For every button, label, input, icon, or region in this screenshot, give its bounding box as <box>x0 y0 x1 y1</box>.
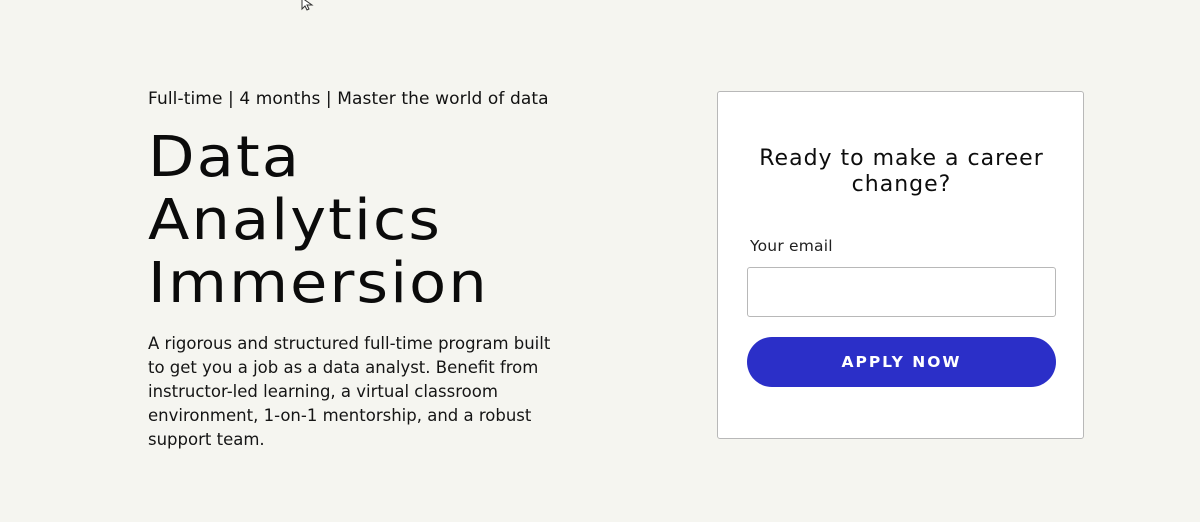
title-line-immersion: Immersion <box>148 251 489 316</box>
card-title: Ready to make a career change? <box>759 146 1044 197</box>
page-title: Data Analytics Immersion <box>148 126 612 315</box>
mouse-pointer-icon <box>301 0 314 11</box>
email-label: Your email <box>750 237 833 255</box>
program-subheading: Full-time | 4 months | Master the world … <box>148 89 549 109</box>
title-line-analytics: Analytics <box>148 188 443 253</box>
hero-section: Full-time | 4 months | Master the world … <box>148 90 578 469</box>
apply-now-button[interactable]: APPLY NOW <box>747 337 1056 387</box>
email-field[interactable] <box>747 267 1056 317</box>
application-card: Ready to make a career change? Your emai… <box>717 91 1084 439</box>
program-description: A rigorous and structured full-time prog… <box>148 334 551 449</box>
title-line-data: Data <box>148 125 302 190</box>
